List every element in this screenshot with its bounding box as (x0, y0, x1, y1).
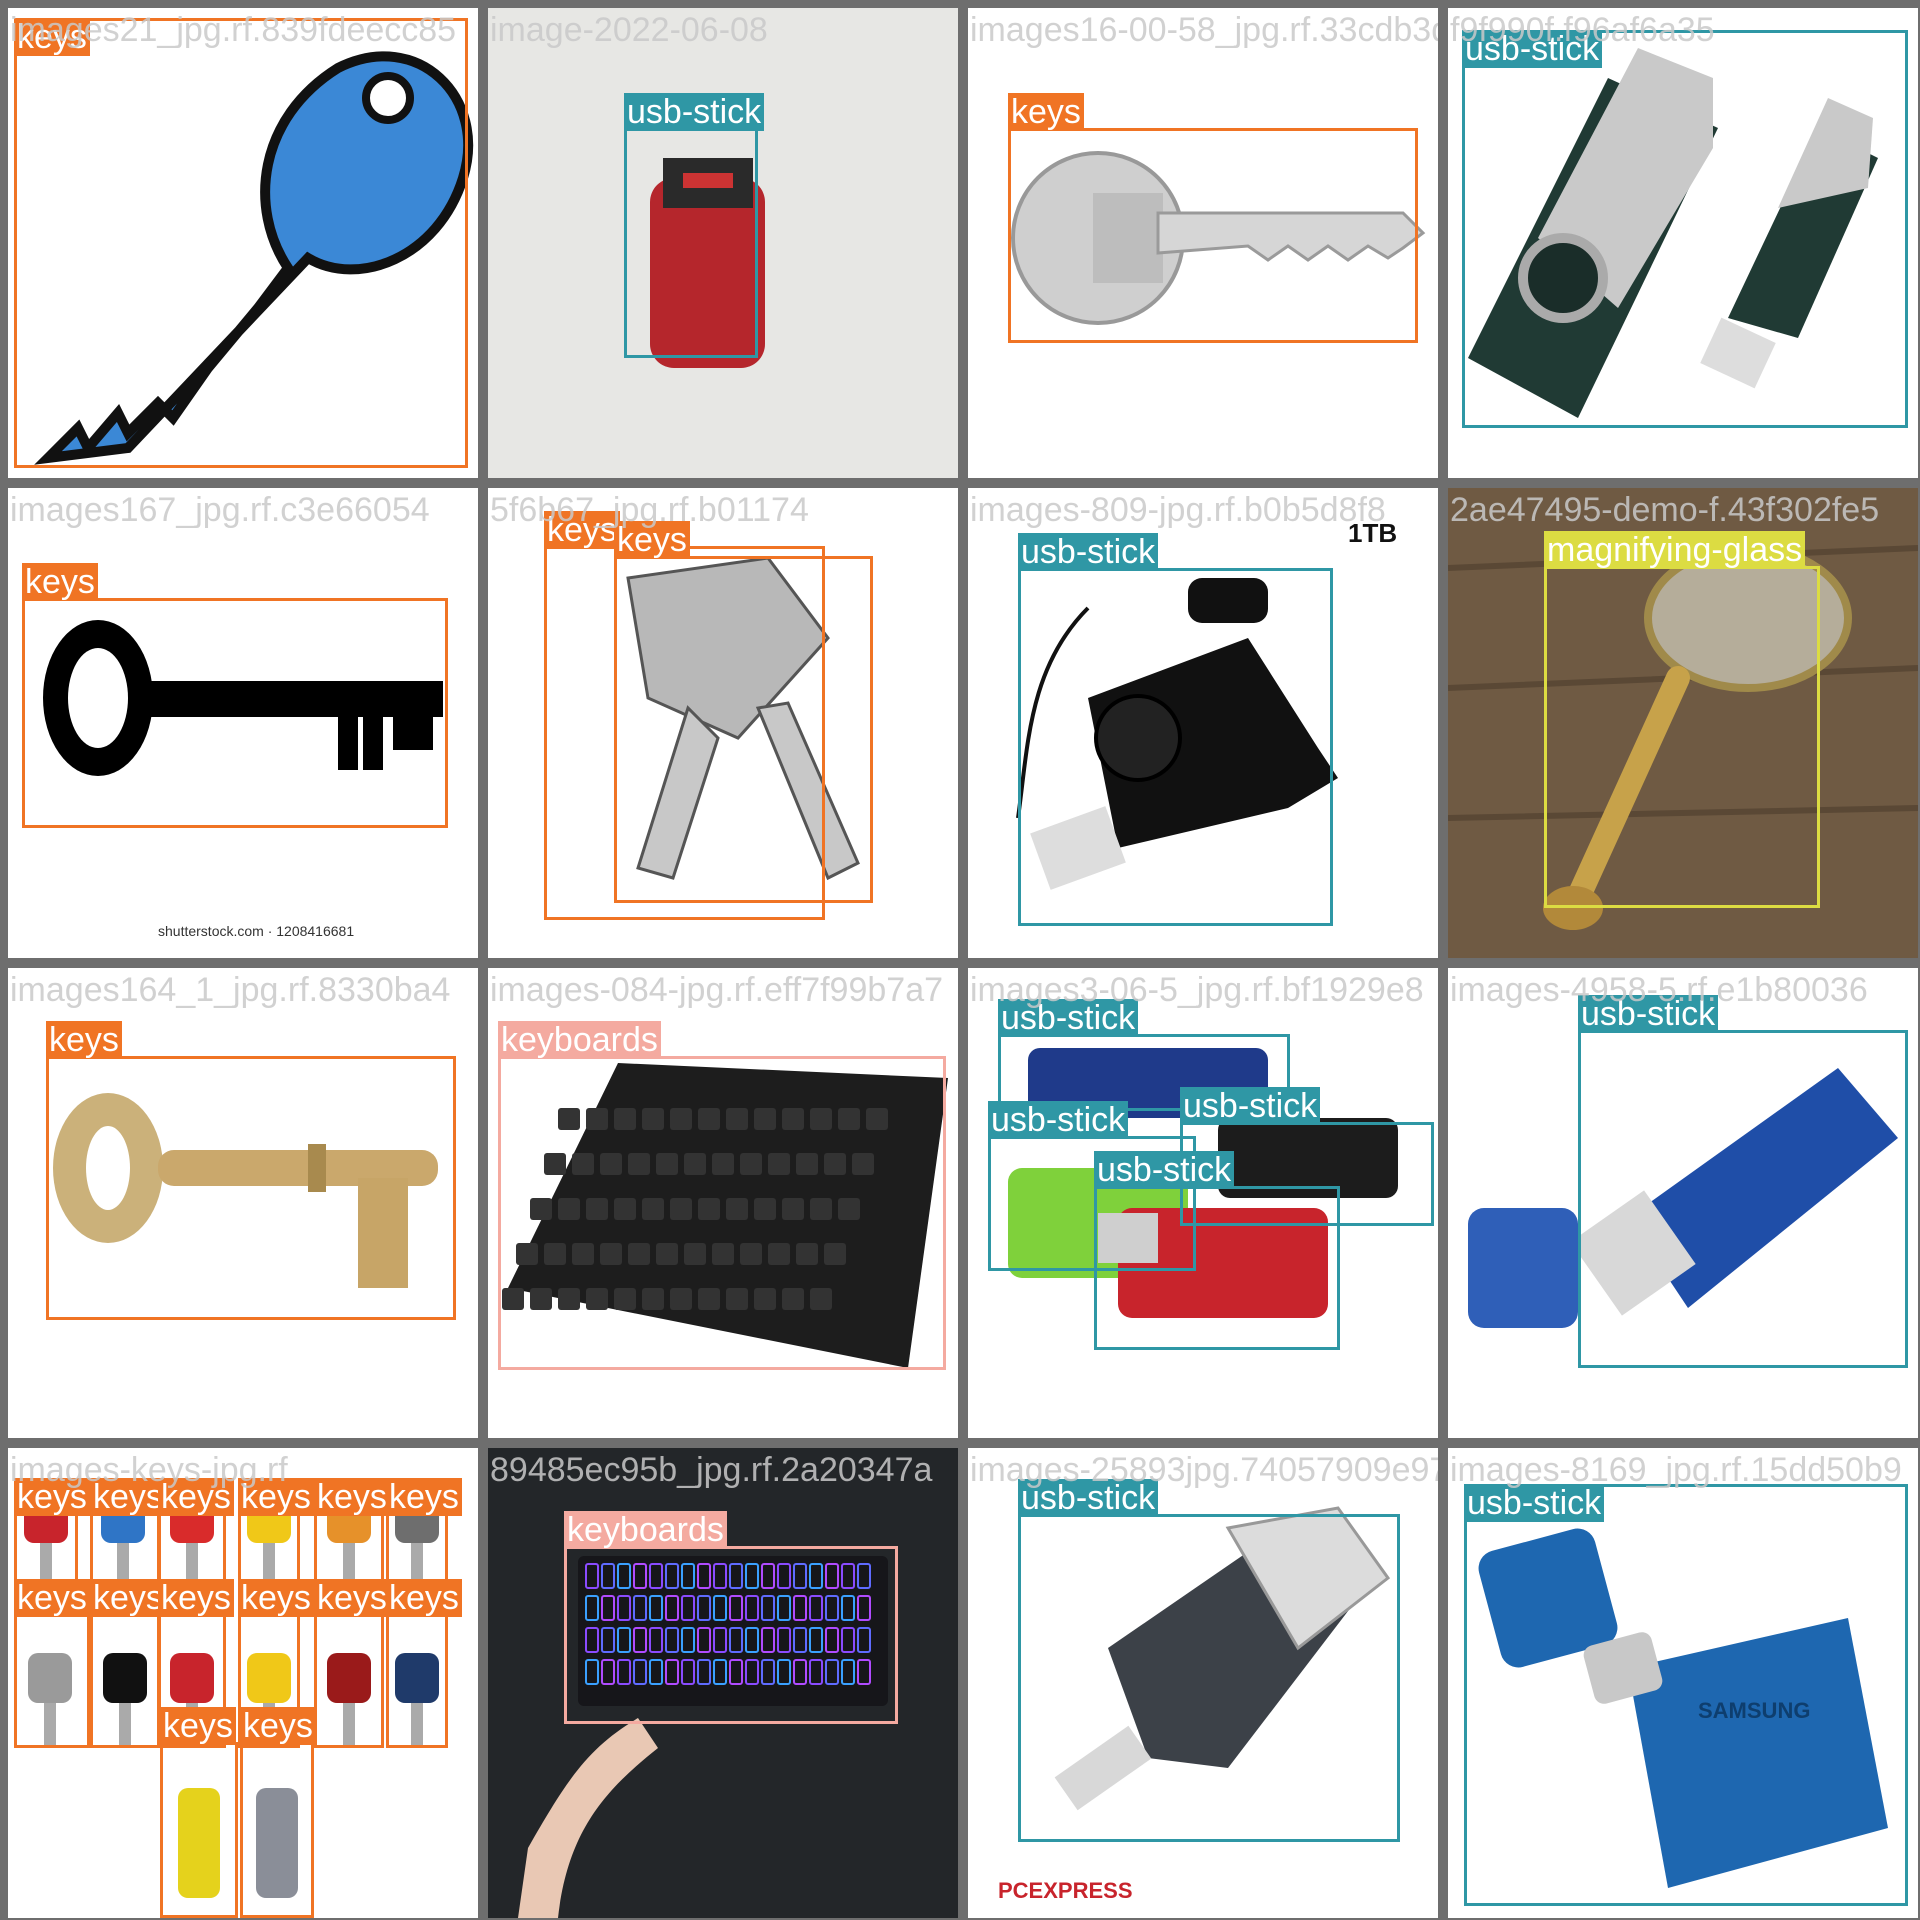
bounding-box-label: keys (90, 1579, 166, 1617)
mosaic-tile: 5f6b67_jpg.rf.b01174 keys keys (488, 488, 958, 958)
bounding-box-usb-stick: usb-stick (1464, 1484, 1908, 1906)
product-text: 1TB (1348, 518, 1398, 548)
bounding-box-label: usb-stick (1018, 533, 1159, 571)
bounding-box-label: keys (46, 1021, 122, 1059)
bounding-box-label: usb-stick (1462, 30, 1603, 68)
bounding-box-label: keys (240, 1707, 316, 1745)
bounding-box-label: keys (386, 1478, 462, 1516)
bounding-box-label: usb-stick (1018, 1479, 1159, 1517)
mosaic-tile: images-084-jpg.rf.eff7f99b7a7 keyboards (488, 968, 958, 1438)
bounding-box-label: usb-stick (998, 999, 1139, 1037)
mosaic-tile: images-4958-5.rf.e1b80036 usb-stick (1448, 968, 1918, 1438)
bounding-box-label: keyboards (498, 1021, 661, 1059)
bounding-box-label: usb-stick (988, 1101, 1129, 1139)
mosaic-tile: images16-00-58_jpg.rf.33cdb3d keys (968, 8, 1438, 478)
bounding-box-magnifying-glass: magnifying-glass (1544, 531, 1820, 908)
bounding-box-label: keyboards (564, 1511, 727, 1549)
bounding-box-usb-stick: usb-stick (1578, 995, 1908, 1368)
bounding-box-keyboards: keyboards (498, 1021, 946, 1370)
mosaic-tile: images3-06-5_jpg.rf.bf1929e8 usb-stick usb… (968, 968, 1438, 1438)
mosaic-grid: images21_jpg.rf.839fdeecc85 keys image-20… (0, 0, 1920, 1920)
bounding-box-keys: keys (314, 1579, 390, 1748)
bounding-box-label: usb-stick (1464, 1484, 1605, 1522)
bounding-box-label: keys (14, 1478, 90, 1516)
mosaic-tile: 89485ec95b_jpg.rf.2a20347a keyboards (488, 1448, 958, 1918)
bounding-box-label: keys (314, 1579, 390, 1617)
mosaic-tile: images-25893jpg.74057909e97 PCEXPRESS usb-… (968, 1448, 1438, 1918)
bounding-box-label: usb-stick (1578, 995, 1719, 1033)
bounding-box-keys: keys (14, 1579, 90, 1748)
mosaic-tile: images-keys-jpg.rf keys keys keys keys keys ke… (8, 1448, 478, 1918)
product-text: PCEXPRESS (998, 1878, 1133, 1903)
bounding-box-label: keys (22, 563, 98, 601)
bounding-box-keys: keys (1008, 93, 1418, 343)
bounding-box-keys: keys (160, 1707, 238, 1918)
bounding-box-usb-stick: usb-stick (1018, 533, 1333, 926)
bounding-box-label: keys (160, 1707, 236, 1745)
mosaic-tile: images164_1_jpg.rf.8330ba4 keys (8, 968, 478, 1438)
bounding-box-keys: keys (240, 1707, 316, 1918)
bounding-box-label: keys (158, 1478, 234, 1516)
mosaic-tile: image-2022-06-08 usb-stick (488, 8, 958, 478)
mosaic-tile: images-809-jpg.rf.b0b5d8f8 1TB usb-stick (968, 488, 1438, 958)
bounding-box-label: usb-stick (1094, 1151, 1235, 1189)
bounding-box-keyboards: keyboards (564, 1511, 898, 1724)
mosaic-tile: images21_jpg.rf.839fdeecc85 keys (8, 8, 478, 478)
product-text: shutterstock.com · 1208416681 (158, 923, 355, 939)
bounding-box-label: keys (314, 1478, 390, 1516)
bounding-box-label: keys (614, 521, 690, 559)
bounding-box-usb-stick: usb-stick (624, 93, 765, 358)
bounding-box-label: keys (238, 1579, 314, 1617)
mosaic-tile: images-8169_jpg.rf.15dd50b9 SAMSUNG usb-st… (1448, 1448, 1918, 1918)
bounding-box-keys: keys (22, 563, 448, 828)
bounding-box-label: keys (1008, 93, 1084, 131)
bounding-box-label: keys (238, 1478, 314, 1516)
bounding-box-usb-stick: usb-stick (1094, 1151, 1340, 1350)
bounding-box-label: keys (14, 18, 90, 56)
bounding-box-label: usb-stick (624, 93, 765, 131)
mosaic-tile: f9f990f.f96af6a35 usb-stick (1448, 8, 1918, 478)
bounding-box-usb-stick: usb-stick (1018, 1479, 1400, 1842)
bounding-box-label: keys (544, 511, 620, 549)
bounding-box-label: usb-stick (1180, 1087, 1321, 1125)
mosaic-tile: images167_jpg.rf.c3e66054 shutterstock.co… (8, 488, 478, 958)
bounding-box-label: magnifying-glass (1544, 531, 1806, 569)
bounding-box-keys: keys (46, 1021, 456, 1320)
bounding-box-usb-stick: usb-stick (1462, 30, 1908, 428)
bounding-box-keys: keys (614, 521, 873, 903)
bounding-box-label: keys (90, 1478, 166, 1516)
bounding-box-keys: keys (14, 18, 468, 468)
bounding-box-keys: keys (90, 1579, 166, 1748)
bounding-box-label: keys (158, 1579, 234, 1617)
bounding-box-keys: keys (386, 1579, 462, 1748)
mosaic-tile: 2ae47495-demo-f.43f302fe5 magnifying-glas… (1448, 488, 1918, 958)
bounding-box-label: keys (14, 1579, 90, 1617)
bounding-box-label: keys (386, 1579, 462, 1617)
